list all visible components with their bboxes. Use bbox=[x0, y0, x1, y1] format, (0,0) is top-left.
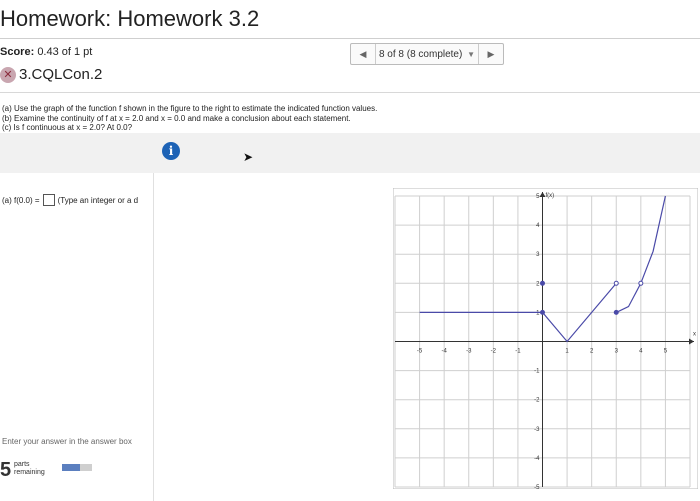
instruction-toolbar bbox=[0, 133, 700, 173]
y-tick-label: -2 bbox=[534, 398, 540, 404]
y-axis-label: f(x) bbox=[546, 193, 555, 199]
parts-remaining-count: 5 bbox=[0, 459, 12, 481]
info-icon[interactable]: i bbox=[162, 142, 180, 160]
score-value: 0.43 of 1 pt bbox=[37, 46, 93, 58]
instruction-line: (a) Use the graph of the function f show… bbox=[2, 104, 378, 113]
x-tick-label: -5 bbox=[417, 349, 423, 355]
x-tick-label: -3 bbox=[466, 349, 472, 355]
instruction-line: (b) Examine the continuity of f at x = 2… bbox=[2, 114, 351, 123]
filled-point bbox=[540, 309, 545, 315]
mouse-pointer-icon: ➤ bbox=[243, 150, 254, 164]
x-tick-label: -2 bbox=[491, 349, 497, 355]
y-tick-label: -5 bbox=[534, 485, 540, 489]
question-select[interactable]: 8 of 8 (8 complete) ▼ bbox=[376, 49, 478, 60]
filled-point bbox=[613, 309, 619, 315]
title-divider bbox=[0, 38, 700, 39]
x-tick-label: -4 bbox=[441, 349, 447, 355]
filled-point bbox=[540, 280, 545, 286]
y-tick-label: -1 bbox=[534, 369, 540, 375]
part-a-hint: (Type an integer or a d bbox=[57, 195, 139, 205]
page-title: Homework: Homework 3.2 bbox=[0, 6, 260, 31]
question-id: 3.CQLCon.2 bbox=[19, 66, 103, 83]
instruction-line: (c) Is f continuous at x = 2.0? At 0.0? bbox=[2, 123, 133, 132]
y-tick-label: -3 bbox=[534, 427, 540, 433]
score-label: Score: bbox=[0, 46, 35, 58]
parts-label-line2: remaining bbox=[14, 469, 45, 476]
graph-frame bbox=[393, 188, 698, 489]
next-question-button[interactable]: ▶ bbox=[479, 49, 503, 60]
answer-instruction: Enter your answer in the answer box bbox=[2, 437, 132, 446]
part-a-row: (a) f(0.0) = (Type an integer or a d bbox=[2, 194, 138, 206]
chevron-down-icon: ▼ bbox=[467, 49, 476, 59]
answer-input[interactable] bbox=[42, 194, 55, 206]
y-tick-label: -4 bbox=[534, 456, 540, 462]
open-point bbox=[638, 280, 644, 286]
parts-progress-fill bbox=[62, 464, 80, 471]
question-header: ✕ 3.CQLCon.2 bbox=[0, 66, 102, 83]
part-a-prompt: (a) f(0.0) = bbox=[2, 195, 40, 205]
question-navigator: ◀ 8 of 8 (8 complete) ▼ ▶ bbox=[350, 43, 504, 65]
question-position: 8 of 8 (8 complete) bbox=[378, 48, 463, 60]
function-graph: -5 -4 -3 -2 -1 1 2 3 4 554321-1-2-3-4-5f(x)x bbox=[393, 188, 698, 489]
pane-divider bbox=[153, 173, 154, 501]
open-point bbox=[613, 280, 619, 286]
parts-remaining-label: parts remaining bbox=[14, 461, 45, 477]
incorrect-status-icon: ✕ bbox=[0, 66, 16, 83]
parts-label-line1: parts bbox=[14, 461, 30, 468]
question-divider bbox=[0, 92, 700, 93]
score-line: Score: 0.43 of 1 pt bbox=[0, 46, 92, 58]
prev-question-button[interactable]: ◀ bbox=[351, 49, 375, 60]
x-tick-label: -1 bbox=[515, 349, 521, 355]
x-axis-label: x bbox=[693, 332, 696, 338]
